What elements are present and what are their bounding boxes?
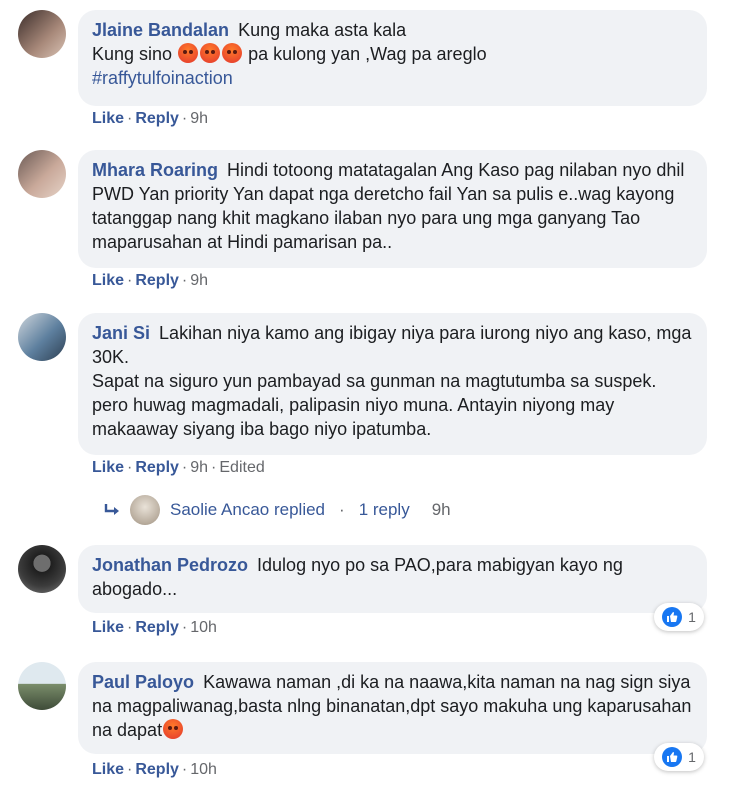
comment-actions: Like · Reply · 9h · Edited <box>92 459 265 477</box>
like-button[interactable]: Like <box>92 459 124 476</box>
comment-actions: Like · Reply · 9h <box>92 272 208 290</box>
avatar[interactable] <box>18 662 66 710</box>
comment-actions: Like · Reply · 9h <box>92 110 208 128</box>
comment-author[interactable]: Jonathan Pedrozo <box>92 555 248 575</box>
comment-bubble: Jlaine Bandalan Kung maka asta kala Kung… <box>78 10 707 106</box>
angry-face-icon <box>178 43 199 63</box>
avatar[interactable] <box>18 10 66 58</box>
separator: · <box>127 272 133 289</box>
comment-author[interactable]: Paul Paloyo <box>92 672 194 692</box>
comment-actions: Like · Reply · 10h <box>92 619 217 637</box>
timestamp: 9h <box>431 500 451 519</box>
separator: · <box>181 761 188 778</box>
like-button[interactable]: Like <box>92 761 124 778</box>
avatar[interactable] <box>18 545 66 593</box>
hashtag-link[interactable]: #raffytulfoinaction <box>92 68 233 88</box>
separator: · <box>339 500 345 519</box>
comment-text-line2: Kung sino <box>92 44 173 64</box>
separator: · <box>127 619 133 636</box>
angry-face-icon <box>222 43 243 63</box>
reply-button[interactable]: Reply <box>135 459 179 476</box>
comment-author[interactable]: Jlaine Bandalan <box>92 20 229 40</box>
like-button[interactable]: Like <box>92 110 124 127</box>
separator: · <box>181 459 188 476</box>
separator: · <box>181 619 188 636</box>
angry-face-icon <box>163 719 184 739</box>
reply-count[interactable]: 1 reply <box>359 500 410 520</box>
reply-button[interactable]: Reply <box>135 272 179 289</box>
avatar[interactable] <box>18 313 66 361</box>
timestamp[interactable]: 9h <box>190 272 208 289</box>
comment-author[interactable]: Jani Si <box>92 323 150 343</box>
timestamp[interactable]: 10h <box>190 619 217 636</box>
comment-bubble: Mhara Roaring Hindi totoong matatagalan … <box>78 150 707 268</box>
comment-bubble: Jonathan Pedrozo Idulog nyo po sa PAO,pa… <box>78 545 707 613</box>
comment-author[interactable]: Mhara Roaring <box>92 160 218 180</box>
timestamp[interactable]: 9h <box>190 110 208 127</box>
separator: · <box>181 110 188 127</box>
comment-bubble: Paul Paloyo Kawawa naman ,di ka na naawa… <box>78 662 707 754</box>
like-button[interactable]: Like <box>92 272 124 289</box>
reaction-count[interactable]: 1 <box>654 743 704 771</box>
separator: · <box>127 761 133 778</box>
edited-label[interactable]: Edited <box>219 459 264 476</box>
like-reaction-icon <box>662 747 683 767</box>
comment-text-line2: Sapat na siguro yun pambayad sa gunman n… <box>92 371 657 439</box>
timestamp[interactable]: 10h <box>190 761 217 778</box>
reaction-number: 1 <box>688 609 696 625</box>
avatar <box>130 495 160 525</box>
replier-name[interactable]: Saolie Ancao replied <box>170 500 325 520</box>
separator: · <box>127 459 133 476</box>
separator: · <box>127 110 133 127</box>
reply-button[interactable]: Reply <box>135 110 179 127</box>
view-replies-link[interactable]: Saolie Ancao replied · 1 reply 9h <box>104 494 451 526</box>
comment-text: Kung maka asta kala <box>238 20 407 40</box>
reply-arrow-icon <box>104 504 119 515</box>
reply-button[interactable]: Reply <box>135 619 179 636</box>
avatar[interactable] <box>18 150 66 198</box>
like-button[interactable]: Like <box>92 619 124 636</box>
timestamp[interactable]: 9h <box>190 459 208 476</box>
comment-text: Lakihan niya kamo ang ibigay niya para i… <box>92 323 692 367</box>
like-reaction-icon <box>662 607 683 627</box>
comment-actions: Like · Reply · 10h <box>92 761 217 779</box>
angry-face-icon <box>200 43 221 63</box>
comment-bubble: Jani Si Lakihan niya kamo ang ibigay niy… <box>78 313 707 455</box>
reaction-number: 1 <box>688 749 696 765</box>
reaction-count[interactable]: 1 <box>654 603 704 631</box>
separator: · <box>181 272 188 289</box>
reply-button[interactable]: Reply <box>135 761 179 778</box>
comment-text-line2b: pa kulong yan ,Wag pa areglo <box>248 44 487 64</box>
separator: · <box>211 459 217 476</box>
